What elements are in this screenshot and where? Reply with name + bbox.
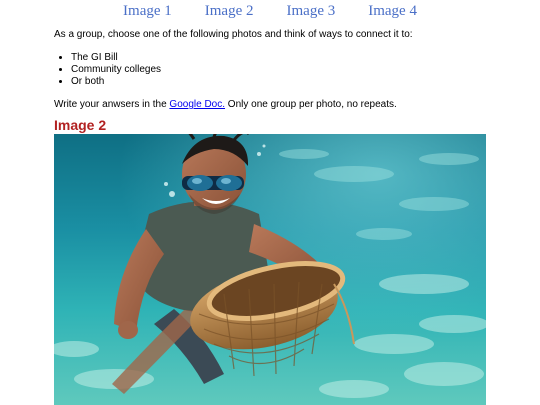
instructions: As a group, choose one of the following … bbox=[54, 29, 494, 111]
list-item: Or both bbox=[71, 76, 494, 88]
list-item: The GI Bill bbox=[71, 52, 494, 64]
tab-image-4[interactable]: Image 4 bbox=[368, 3, 417, 20]
underwater-diver-photo bbox=[54, 134, 486, 405]
write-suffix: Only one group per photo, no repeats. bbox=[225, 99, 397, 110]
list-item: Community colleges bbox=[71, 64, 494, 76]
page: Image 1 Image 2 Image 3 Image 4 As a gro… bbox=[0, 0, 540, 405]
image-heading: Image 2 bbox=[54, 117, 107, 133]
write-instructions: Write your anwsers in the Google Doc. On… bbox=[54, 99, 494, 111]
tab-image-3[interactable]: Image 3 bbox=[287, 3, 336, 20]
topic-list: The GI Bill Community colleges Or both bbox=[54, 52, 494, 88]
tab-image-2[interactable]: Image 2 bbox=[205, 3, 254, 20]
write-prefix: Write your anwsers in the bbox=[54, 99, 170, 110]
image-tabs: Image 1 Image 2 Image 3 Image 4 bbox=[0, 3, 540, 20]
instructions-intro: As a group, choose one of the following … bbox=[54, 29, 413, 40]
google-doc-link[interactable]: Google Doc. bbox=[169, 99, 225, 110]
tab-image-1[interactable]: Image 1 bbox=[123, 3, 172, 20]
